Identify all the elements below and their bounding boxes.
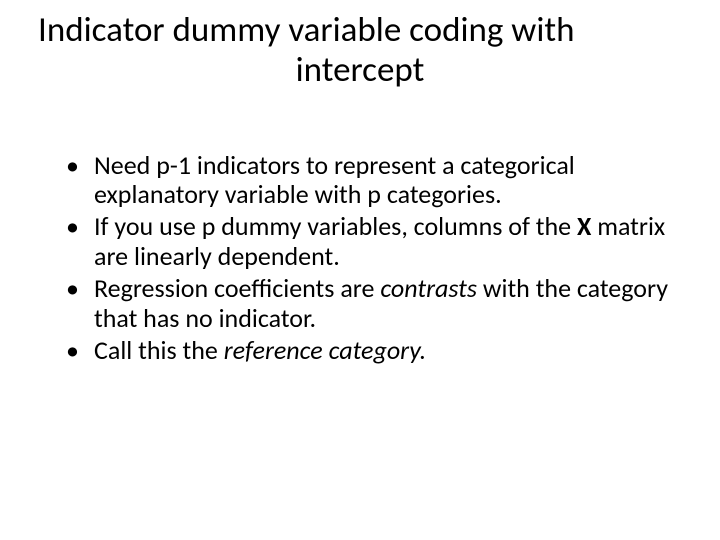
slide: Indicator dummy variable coding with int… — [0, 0, 720, 540]
bullet-text: Need p-1 indicators to represent a categ… — [94, 149, 575, 211]
slide-title: Indicator dummy variable coding with int… — [38, 10, 682, 91]
bullet-text-pre: Call this the — [94, 334, 224, 366]
bullet-list: Need p-1 indicators to represent a categ… — [38, 151, 682, 366]
list-item: Regression coefficients are contrasts wi… — [94, 274, 682, 334]
list-item: Call this the reference category. — [94, 336, 682, 366]
title-line-1: Indicator dummy variable coding with — [38, 10, 682, 50]
bullet-text-pre: If you use p dummy variables, columns of… — [94, 210, 577, 242]
title-line-2: intercept — [38, 50, 682, 90]
list-item: Need p-1 indicators to represent a categ… — [94, 151, 682, 211]
bullet-text-italic: contrasts — [380, 272, 477, 304]
bullet-text-italic: reference category. — [224, 334, 426, 366]
bullet-text-pre: Regression coefficients are — [94, 272, 380, 304]
list-item: If you use p dummy variables, columns of… — [94, 212, 682, 272]
bullet-text-bold: X — [577, 210, 591, 242]
